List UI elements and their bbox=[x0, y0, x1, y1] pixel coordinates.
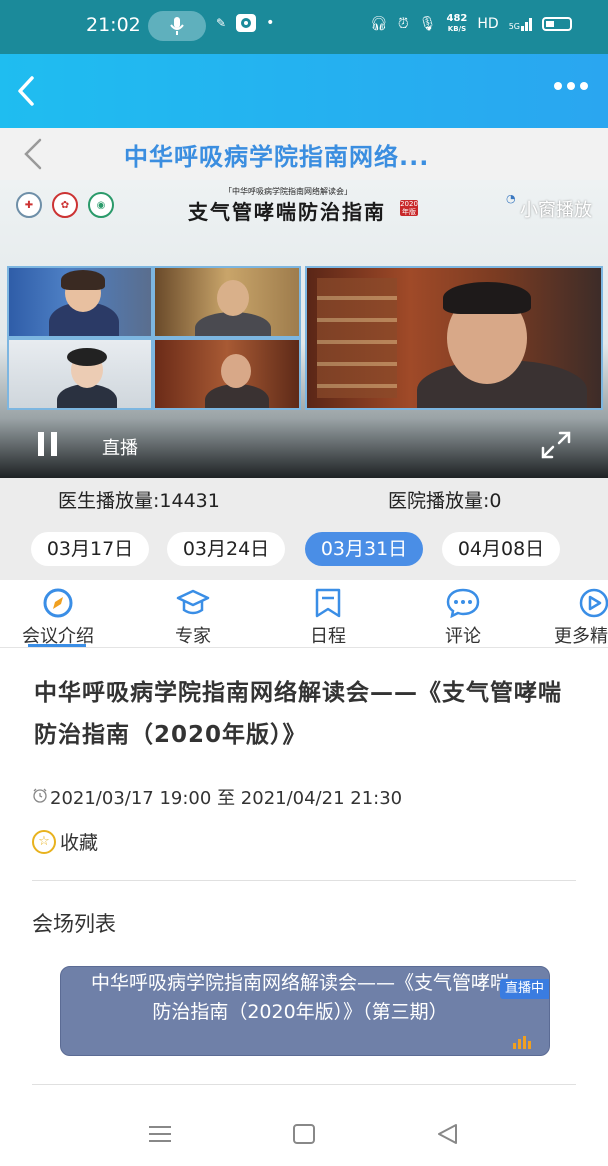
signal-icon: 5G bbox=[508, 17, 532, 31]
meeting-datetime-text: 2021/03/17 19:00 至 2021/04/21 21:30 bbox=[50, 788, 403, 809]
venue-name: 中华呼吸病学院指南网络解读会——《支气管哮喘防治指南（2020年版）》（第三期） bbox=[91, 972, 510, 1023]
tab-active-indicator bbox=[28, 644, 86, 647]
tab-schedule[interactable]: 日程 bbox=[268, 580, 388, 648]
hospital-play-count: 医院播放量:0 bbox=[388, 490, 502, 512]
sponsor-logo: ◔ bbox=[506, 192, 516, 205]
tab-bar: 会议介绍 专家 日程 评论 更多精 bbox=[0, 580, 608, 648]
video-player[interactable]: ✚ ✿ ◉ 「中华呼吸病学院指南网络解读会」 支气管哮喘防治指南 2020年版 … bbox=[0, 180, 608, 478]
video-tile-speaker bbox=[305, 266, 603, 410]
live-status-badge: 直播中 bbox=[499, 979, 549, 999]
date-chip-0331[interactable]: 03月31日 bbox=[305, 532, 423, 566]
live-bars-icon bbox=[513, 1036, 531, 1049]
system-nav-bar bbox=[0, 1100, 608, 1166]
favorite-label: 收藏 bbox=[60, 832, 99, 854]
tab-more-label: 更多精 bbox=[554, 626, 608, 647]
banner-badge: 2020年版 bbox=[400, 200, 418, 216]
doctor-play-count: 医生播放量:14431 bbox=[58, 490, 220, 512]
chat-bubble-icon bbox=[446, 588, 480, 619]
video-tile-4 bbox=[153, 338, 301, 410]
tab-experts[interactable]: 专家 bbox=[133, 580, 253, 648]
video-tile-3 bbox=[7, 338, 153, 410]
tab-intro[interactable]: 会议介绍 bbox=[0, 580, 118, 648]
tab-comments[interactable]: 评论 bbox=[403, 580, 523, 648]
net-speed-unit: KB/S bbox=[447, 25, 467, 33]
banner-title: 支气管哮喘防治指南 bbox=[188, 200, 386, 224]
page-title-bar: 中华呼吸病学院指南网络... bbox=[0, 128, 608, 180]
divider bbox=[32, 880, 576, 881]
headset-icon: 🎧︎ bbox=[370, 16, 388, 32]
society-logo-3: ◉ bbox=[88, 192, 114, 218]
star-icon: ☆ bbox=[32, 829, 56, 854]
stats-section: 医生播放量:14431 医院播放量:0 03月17日 03月24日 03月31日… bbox=[0, 478, 608, 580]
tab-experts-label: 专家 bbox=[175, 626, 211, 647]
mic-icon bbox=[148, 11, 206, 41]
tab-more[interactable]: 更多精 bbox=[534, 580, 608, 648]
home-icon[interactable] bbox=[290, 1122, 318, 1146]
play-circle-icon bbox=[577, 588, 608, 618]
fullscreen-icon[interactable] bbox=[540, 430, 572, 460]
society-logos: ✚ ✿ ◉ bbox=[16, 192, 114, 218]
date-chip-0317[interactable]: 03月17日 bbox=[31, 532, 149, 566]
video-tile-1 bbox=[7, 266, 153, 338]
status-right-icons: 🎧︎ ⏰︎ 🎙︎ 482 KB/S HD 5G bbox=[370, 14, 572, 34]
venue-card[interactable]: 中华呼吸病学院指南网络解读会——《支气管哮喘防治指南（2020年版）》（第三期）… bbox=[60, 966, 550, 1056]
more-dots-icon[interactable] bbox=[554, 82, 592, 96]
dot-icon: • bbox=[266, 15, 275, 31]
chevron-left-icon[interactable] bbox=[20, 138, 46, 170]
page-title: 中华呼吸病学院指南网络... bbox=[124, 143, 430, 171]
signal-label: 5G bbox=[508, 21, 520, 31]
back-icon[interactable] bbox=[12, 74, 42, 108]
battery-icon bbox=[542, 17, 572, 31]
net-speed-value: 482 bbox=[446, 13, 468, 24]
date-chip-0324[interactable]: 03月24日 bbox=[167, 532, 285, 566]
app-bar bbox=[0, 54, 608, 128]
status-time: 21:02 bbox=[86, 14, 141, 36]
menu-icon[interactable] bbox=[146, 1122, 174, 1146]
alarm-icon: ⏰︎ bbox=[397, 16, 409, 32]
back-nav-icon[interactable] bbox=[434, 1122, 462, 1146]
status-left-icons: ✎ • bbox=[216, 14, 274, 32]
meeting-datetime: 2021/03/17 19:00 至 2021/04/21 21:30 bbox=[32, 784, 402, 810]
favorite-button[interactable]: ☆ 收藏 bbox=[32, 828, 98, 855]
wechat-icon: ✎ bbox=[216, 16, 227, 30]
mini-play-button[interactable]: 小窗播放 bbox=[520, 196, 592, 222]
society-logo-1: ✚ bbox=[16, 192, 42, 218]
mic-small-icon: 🎙︎ bbox=[418, 16, 437, 32]
date-chip-0408[interactable]: 04月08日 bbox=[442, 532, 560, 566]
tab-comments-label: 评论 bbox=[445, 626, 481, 647]
tab-schedule-label: 日程 bbox=[310, 626, 346, 647]
meeting-title: 中华呼吸病学院指南网络解读会——《支气管哮喘防治指南（2020年版）》 bbox=[34, 680, 562, 748]
status-bar: 21:02 ✎ • 🎧︎ ⏰︎ 🎙︎ 482 KB/S HD 5G bbox=[0, 0, 608, 54]
bookmark-icon bbox=[311, 588, 345, 618]
compass-icon bbox=[41, 588, 75, 618]
divider-bottom bbox=[32, 1084, 576, 1085]
net-speed: 482 KB/S bbox=[447, 14, 468, 34]
video-tile-2 bbox=[153, 266, 301, 338]
live-label: 直播 bbox=[102, 438, 138, 459]
hd-label: HD bbox=[477, 16, 499, 32]
clock-icon bbox=[32, 787, 48, 808]
venue-list-title: 会场列表 bbox=[32, 912, 116, 936]
pause-icon[interactable] bbox=[38, 432, 60, 456]
screen-record-icon bbox=[236, 14, 257, 32]
graduation-cap-icon bbox=[176, 588, 210, 618]
society-logo-2: ✿ bbox=[52, 192, 78, 218]
